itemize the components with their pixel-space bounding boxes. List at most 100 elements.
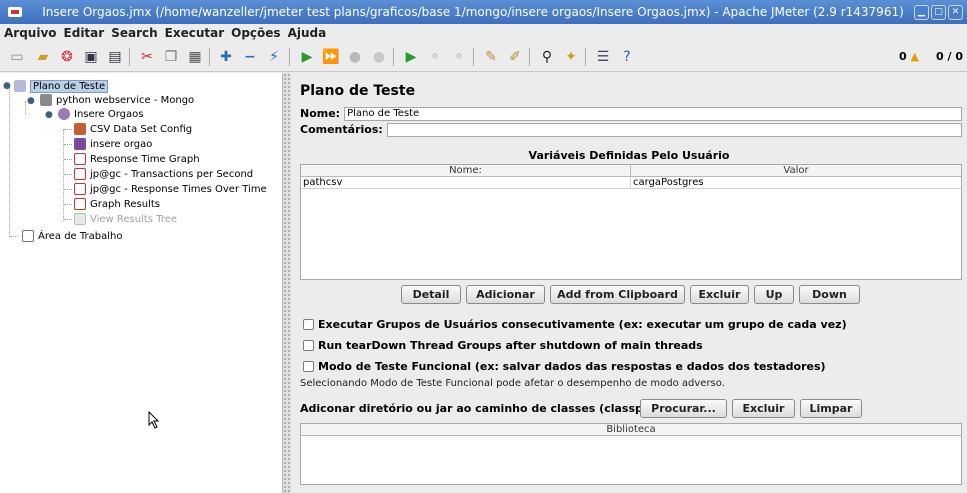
collapse-toggle-icon[interactable]: ● [3, 81, 11, 91]
comments-label: Comentários: [300, 123, 383, 136]
vars-cell-value[interactable]: cargaPostgres [631, 177, 961, 189]
comments-field[interactable] [386, 122, 962, 137]
close-icon[interactable]: ✕ [948, 4, 963, 20]
tree-node-plano-de-teste[interactable]: Plano de Teste [14, 79, 109, 93]
menu-editar[interactable]: Editar [64, 26, 105, 40]
templates-icon[interactable]: ▰ [32, 46, 54, 68]
listener-icon [74, 213, 86, 225]
warning-icon[interactable]: ▲ [911, 50, 919, 63]
config-element-icon [74, 123, 86, 135]
listener-icon [74, 168, 86, 180]
classpath-delete-button[interactable]: Excluir [732, 399, 795, 418]
tree-node-thread-group[interactable]: python webservice - Mongo [40, 93, 194, 107]
serialize-checkbox[interactable] [303, 319, 314, 330]
cut-icon[interactable]: ✂ [136, 46, 158, 68]
remote-start-icon[interactable]: ▶ [400, 46, 422, 68]
browse-button[interactable]: Procurar... [640, 399, 727, 418]
name-field[interactable]: Plano de Teste [344, 106, 962, 121]
toggle-icon[interactable]: ⚡ [263, 46, 285, 68]
pane-splitter[interactable] [283, 73, 291, 493]
tree-node-csv-data-set[interactable]: CSV Data Set Config [74, 122, 192, 136]
teardown-option[interactable]: Run tearDown Thread Groups after shutdow… [303, 339, 703, 352]
collapse-toggle-icon[interactable]: ● [27, 96, 35, 106]
functional-mode-checkbox[interactable] [303, 361, 314, 372]
mouse-cursor-icon [148, 411, 160, 429]
sampler-icon [74, 138, 86, 150]
test-plan-icon [14, 80, 26, 92]
clear-classpath-button[interactable]: Limpar [800, 399, 862, 418]
new-icon[interactable]: ▭ [6, 46, 28, 68]
classpath-label: Adiconar diretório ou jar ao caminho de … [300, 402, 669, 415]
minimize-icon[interactable]: ▁ [914, 4, 929, 20]
tree-node-view-results-tree[interactable]: View Results Tree [74, 212, 177, 226]
save-icon[interactable]: ▣ [80, 46, 102, 68]
listener-icon [74, 198, 86, 210]
open-icon[interactable]: ❂ [56, 46, 78, 68]
collapse-toggle-icon[interactable]: ● [45, 110, 53, 120]
vars-header-name[interactable]: Nome: [301, 165, 631, 177]
reset-search-icon[interactable]: ✦ [560, 46, 582, 68]
listener-icon [74, 153, 86, 165]
function-helper-icon[interactable]: ☰ [592, 46, 614, 68]
add-button[interactable]: Adicionar [466, 285, 545, 304]
remote-stop-icon[interactable]: ⚬ [424, 46, 446, 68]
functional-mode-option[interactable]: Modo de Teste Funcional (ex: salvar dado… [303, 360, 826, 373]
tree-node-area-de-trabalho[interactable]: Área de Trabalho [22, 229, 122, 243]
tree-node-response-times-over-time[interactable]: jp@gc - Response Times Over Time [74, 182, 267, 196]
transaction-controller-icon [58, 108, 70, 120]
clear-icon[interactable]: ✎ [480, 46, 502, 68]
add-from-clipboard-button[interactable]: Add from Clipboard [550, 285, 685, 304]
detail-button[interactable]: Detail [401, 285, 461, 304]
comments-row: Comentários: [300, 122, 962, 137]
down-button[interactable]: Down [799, 285, 860, 304]
vars-cell-name[interactable]: pathcsv [301, 177, 631, 189]
tree-node-graph-results[interactable]: Graph Results [74, 197, 160, 211]
up-button[interactable]: Up [754, 285, 794, 304]
tree-node-transactions-per-second[interactable]: jp@gc - Transactions per Second [74, 167, 253, 181]
menu-search[interactable]: Search [111, 26, 157, 40]
menu-executar[interactable]: Executar [165, 26, 224, 40]
search-icon[interactable]: ⚲ [536, 46, 558, 68]
expand-icon[interactable]: ✚ [215, 46, 237, 68]
library-table: Biblioteca [300, 423, 962, 485]
menu-arquivo[interactable]: Arquivo [4, 26, 57, 40]
teardown-checkbox[interactable] [303, 340, 314, 351]
functional-mode-note: Selecionando Modo de Teste Funcional pod… [300, 378, 725, 389]
test-tree: ● Plano de Teste ● python webservice - M… [0, 73, 283, 493]
title-bar: Insere Orgaos.jmx (/home/wanzeller/jmete… [0, 0, 967, 24]
name-label: Nome: [300, 107, 341, 120]
tree-node-insere-orgaos[interactable]: Insere Orgaos [58, 107, 143, 121]
thread-counter: 0 / 0 [936, 50, 963, 63]
serialize-thread-groups-option[interactable]: Executar Grupos de Usuários consecutivam… [303, 318, 847, 331]
menu-ajuda[interactable]: Ajuda [288, 26, 327, 40]
name-row: Nome: Plano de Teste [300, 106, 962, 121]
help-icon[interactable]: ? [616, 46, 638, 68]
delete-button[interactable]: Excluir [690, 285, 749, 304]
clear-all-icon[interactable]: ✐ [504, 46, 526, 68]
maximize-icon[interactable]: □ [931, 4, 946, 20]
shutdown-icon[interactable]: ● [368, 46, 390, 68]
paste-icon[interactable]: ▦ [184, 46, 206, 68]
window-title: Insere Orgaos.jmx (/home/wanzeller/jmete… [42, 5, 904, 19]
menu-opcoes[interactable]: Opções [231, 26, 280, 40]
copy-icon[interactable]: ❐ [160, 46, 182, 68]
workbench-icon [22, 230, 34, 242]
save-as-icon[interactable]: ▤ [104, 46, 126, 68]
remote-shutdown-icon[interactable]: ⚬ [448, 46, 470, 68]
app-icon [8, 7, 22, 17]
vars-table: Nome: Valor pathcsv cargaPostgres [300, 164, 962, 280]
start-no-pause-icon[interactable]: ⏩ [320, 46, 342, 68]
listener-icon [74, 183, 86, 195]
vars-title: Variáveis Definidas Pelo Usuário [528, 149, 730, 162]
collapse-icon[interactable]: − [239, 46, 261, 68]
thread-group-icon [40, 94, 52, 106]
toolbar: ▭ ▰ ❂ ▣ ▤ ✂ ❐ ▦ ✚ − ⚡ ▶ ⏩ ● ● ▶ ⚬ ⚬ ✎ ✐ … [0, 42, 967, 72]
stop-icon[interactable]: ● [344, 46, 366, 68]
start-icon[interactable]: ▶ [296, 46, 318, 68]
vars-header-value[interactable]: Valor [631, 165, 961, 177]
library-header[interactable]: Biblioteca [301, 424, 961, 436]
test-plan-panel: Plano de Teste Nome: Plano de Teste Come… [291, 73, 967, 493]
warning-count: 0 [899, 50, 907, 63]
tree-node-response-time-graph[interactable]: Response Time Graph [74, 152, 200, 166]
tree-node-insere-orgao[interactable]: insere orgao [74, 137, 152, 151]
